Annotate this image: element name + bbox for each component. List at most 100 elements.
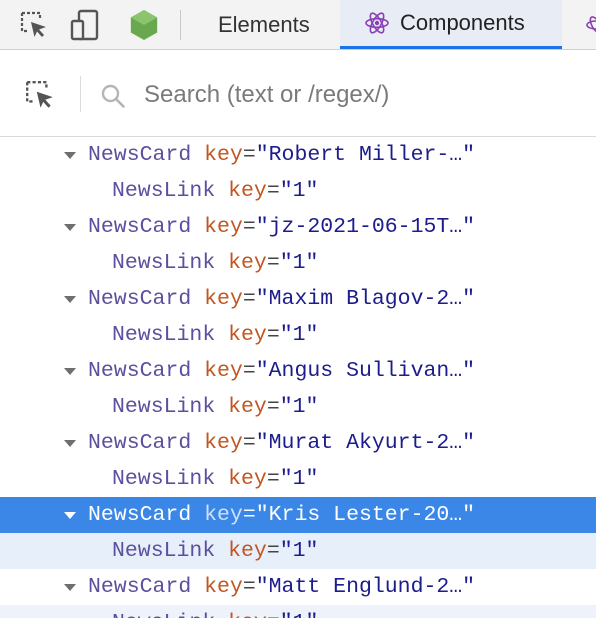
component-name: NewsLink: [112, 467, 216, 491]
tree-row-newslink[interactable]: NewsLink key="1": [0, 605, 596, 618]
tree-row-content: NewsLink key="1": [112, 605, 318, 618]
tree-row-content: NewsCard key="Kris Lester-20…": [88, 497, 475, 533]
tree-row-newslink[interactable]: NewsLink key="1": [0, 173, 596, 209]
component-name: NewsLink: [112, 251, 216, 275]
tree-row-newscard[interactable]: NewsCard key="Angus Sullivan…": [0, 353, 596, 389]
key-attribute: key: [204, 503, 243, 527]
tree-row-newslink[interactable]: NewsLink key="1": [0, 389, 596, 425]
collapse-arrow-icon[interactable]: [64, 440, 76, 447]
key-value: "jz-2021-06-15T…": [255, 215, 476, 239]
component-name: NewsLink: [112, 611, 215, 618]
tree-row-content: NewsCard key="Matt Englund-2…": [88, 569, 475, 605]
key-value: "Robert Miller-…": [255, 143, 476, 167]
tree-row-newslink[interactable]: NewsLink key="1": [0, 317, 596, 353]
component-search-bar: [0, 50, 596, 137]
tree-row-content: NewsCard key="Angus Sullivan…": [88, 353, 475, 389]
tree-row-newscard[interactable]: NewsCard key="Matt Englund-2…": [0, 569, 596, 605]
tree-row-content: NewsCard key="jz-2021-06-15T…": [88, 209, 475, 245]
tab-components[interactable]: Components: [340, 0, 562, 49]
key-value: "1": [279, 179, 319, 203]
tree-row-newslink[interactable]: NewsLink key="1": [0, 533, 596, 569]
equals-sign: =: [266, 395, 280, 419]
search-icon: [100, 83, 128, 111]
key-value: "1": [280, 611, 319, 618]
key-attribute: key: [228, 539, 267, 563]
tree-row-content: NewsCard key="Murat Akyurt-2…": [88, 425, 475, 461]
equals-sign: =: [242, 215, 256, 239]
equals-sign: =: [242, 359, 256, 383]
component-name: NewsCard: [88, 359, 192, 383]
tree-row-newscard[interactable]: NewsCard key="Murat Akyurt-2…": [0, 425, 596, 461]
equals-sign: =: [267, 611, 280, 618]
search-input[interactable]: [144, 74, 574, 116]
component-name: NewsLink: [112, 179, 216, 203]
node-icon[interactable]: [128, 9, 160, 41]
tree-row-newscard[interactable]: NewsCard key="Robert Miller-…": [0, 137, 596, 173]
collapse-arrow-icon[interactable]: [64, 152, 76, 159]
key-value: "Maxim Blagov-2…": [255, 287, 476, 311]
select-component-icon[interactable]: [24, 79, 56, 111]
key-attribute: key: [204, 215, 243, 239]
key-attribute: key: [228, 179, 267, 203]
collapse-arrow-icon[interactable]: [64, 368, 76, 375]
tree-row-content: NewsCard key="Robert Miller-…": [88, 137, 475, 173]
equals-sign: =: [242, 503, 256, 527]
component-name: NewsLink: [112, 323, 216, 347]
key-value: "1": [279, 467, 319, 491]
collapse-arrow-icon[interactable]: [64, 296, 76, 303]
tree-row-content: NewsLink key="1": [112, 173, 318, 209]
equals-sign: =: [266, 467, 280, 491]
collapse-arrow-icon[interactable]: [64, 224, 76, 231]
tree-row-content: NewsLink key="1": [112, 245, 318, 281]
tree-row-newslink[interactable]: NewsLink key="1": [0, 245, 596, 281]
collapse-arrow-icon[interactable]: [64, 584, 76, 591]
key-attribute: key: [204, 287, 243, 311]
key-attribute: key: [204, 359, 243, 383]
select-element-icon[interactable]: [18, 9, 50, 41]
tree-row-content: NewsLink key="1": [112, 533, 318, 569]
component-tree: NewsCard key="Robert Miller-…" NewsLink k…: [0, 137, 596, 618]
tree-row-newslink[interactable]: NewsLink key="1": [0, 461, 596, 497]
key-value: "Kris Lester-20…": [255, 503, 476, 527]
key-attribute: key: [228, 251, 267, 275]
tree-row-newscard[interactable]: NewsCard key="Kris Lester-20…": [0, 497, 596, 533]
component-name: NewsLink: [112, 395, 216, 419]
equals-sign: =: [266, 539, 280, 563]
component-name: NewsCard: [88, 431, 192, 455]
search-separator: [80, 76, 81, 112]
key-value: "1": [279, 323, 319, 347]
tree-row-newscard[interactable]: NewsCard key="jz-2021-06-15T…": [0, 209, 596, 245]
key-attribute: key: [228, 395, 267, 419]
tab-elements[interactable]: Elements: [218, 0, 310, 49]
tree-row-content: NewsCard key="Maxim Blagov-2…": [88, 281, 475, 317]
react-icon: [364, 10, 390, 36]
key-attribute: key: [228, 323, 267, 347]
key-value: "Matt Englund-2…": [255, 575, 476, 599]
equals-sign: =: [242, 287, 256, 311]
equals-sign: =: [242, 575, 256, 599]
component-name: NewsCard: [88, 503, 192, 527]
tree-row-content: NewsLink key="1": [112, 317, 318, 353]
react-profiler-icon[interactable]: [586, 14, 596, 41]
equals-sign: =: [242, 431, 256, 455]
tab-components-label: Components: [400, 10, 525, 35]
key-value: "Angus Sullivan…": [255, 359, 476, 383]
tab-elements-label: Elements: [218, 11, 310, 37]
component-name: NewsCard: [88, 575, 192, 599]
tree-row-content: NewsLink key="1": [112, 389, 318, 425]
component-name: NewsCard: [88, 143, 192, 167]
component-name: NewsCard: [88, 215, 192, 239]
equals-sign: =: [266, 251, 280, 275]
key-attribute: key: [204, 575, 243, 599]
key-attribute: key: [204, 143, 243, 167]
toolbar-separator: [180, 10, 181, 40]
tree-row-newscard[interactable]: NewsCard key="Maxim Blagov-2…": [0, 281, 596, 317]
equals-sign: =: [266, 323, 280, 347]
key-attribute: key: [228, 611, 267, 618]
key-attribute: key: [204, 431, 243, 455]
component-name: NewsCard: [88, 287, 192, 311]
device-toolbar-icon[interactable]: [70, 9, 102, 41]
tree-row-content: NewsLink key="1": [112, 461, 318, 497]
collapse-arrow-icon[interactable]: [64, 512, 76, 519]
devtools-toolbar: Elements Components: [0, 0, 596, 50]
